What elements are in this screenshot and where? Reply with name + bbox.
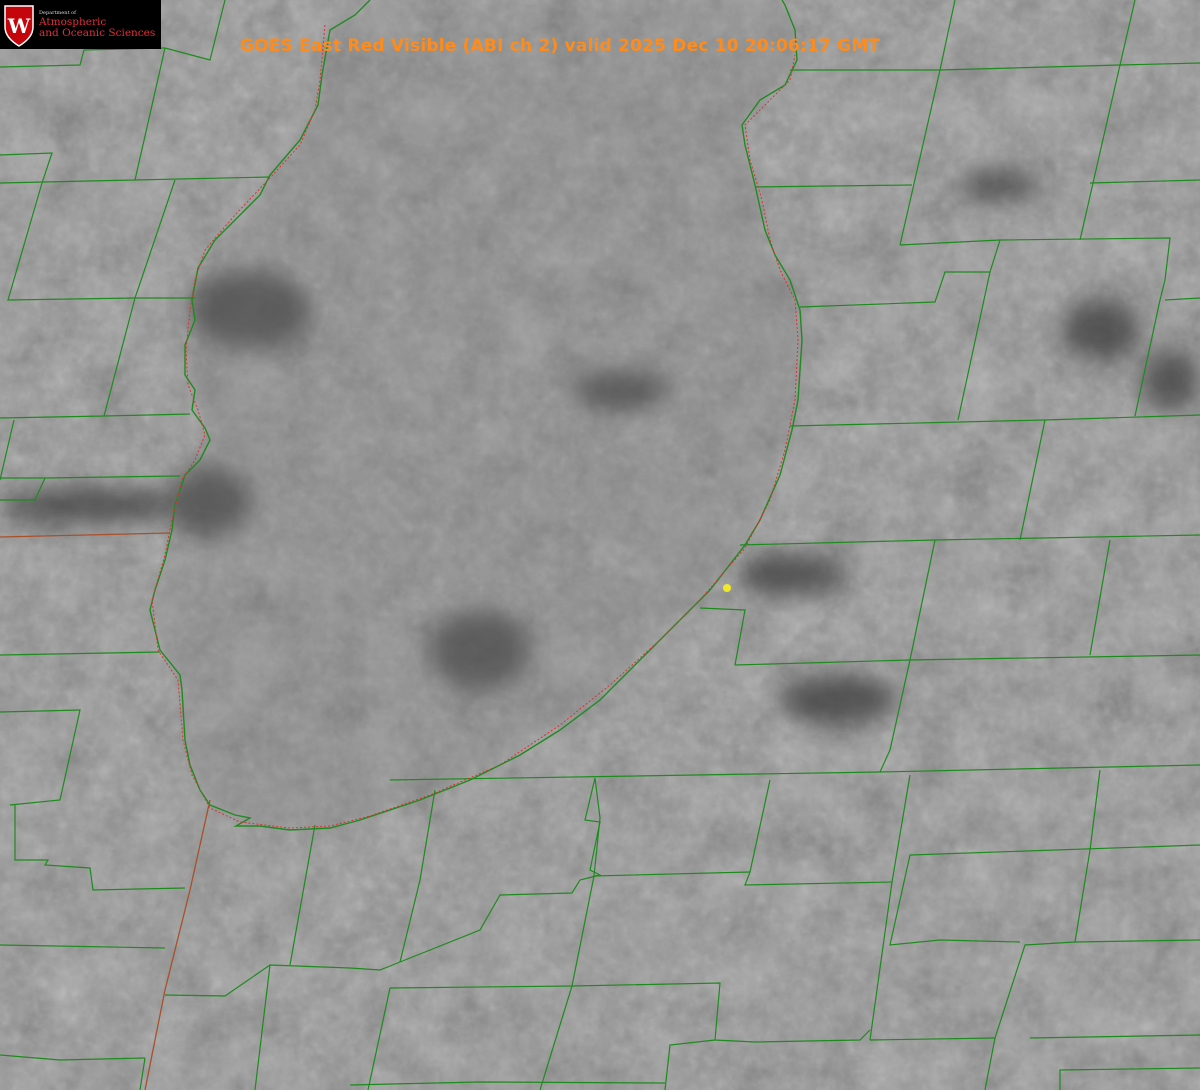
yellow-dot-marker[interactable] [723,584,731,592]
satellite-map[interactable] [0,0,1200,1090]
uw-aos-logo: W Department of Atmospheric and Oceanic … [0,0,161,49]
logo-line2: and Oceanic Sciences [39,26,156,39]
logo-line1: Atmospheric [39,16,107,28]
uw-shield-icon: W [4,4,34,47]
shield-letter: W [7,14,31,38]
image-title: GOES East Red Visible (ABI ch 2) valid 2… [240,36,881,56]
